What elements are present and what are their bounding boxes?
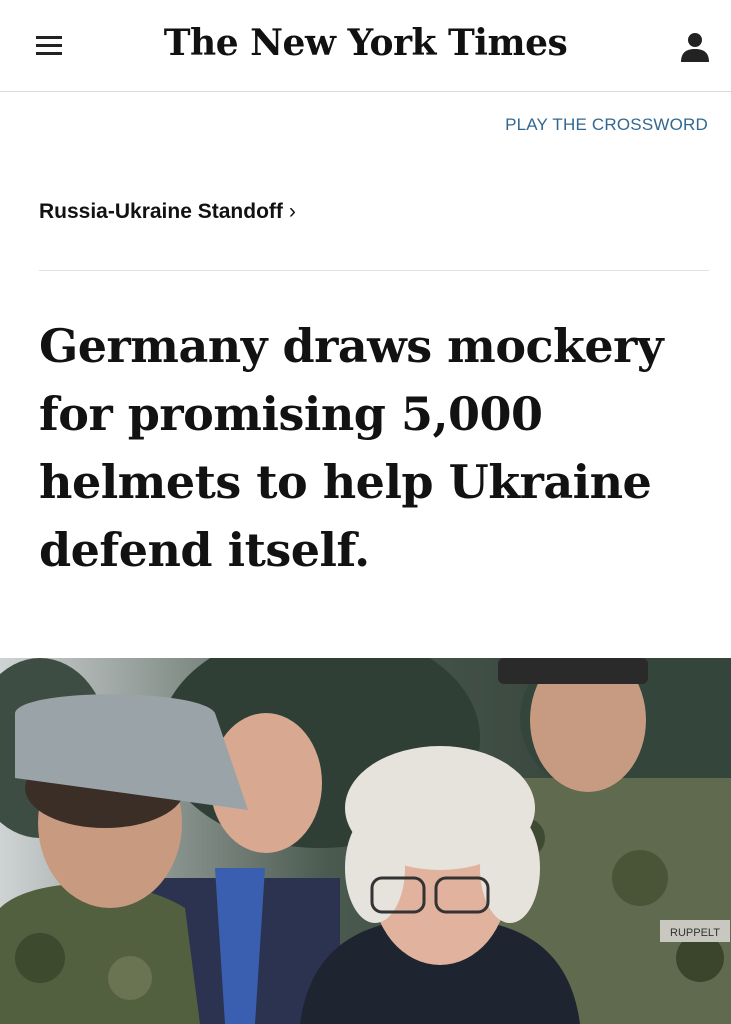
article-lead-photo[interactable]: RUPPELT — [0, 658, 731, 1024]
name-tape-text: RUPPELT — [670, 927, 720, 939]
section-label: Russia-Ukraine Standoff — [39, 200, 283, 223]
top-navigation-bar: The New York Times — [0, 0, 731, 92]
article-headline[interactable]: Germany draws mockery for promising 5,00… — [39, 312, 699, 584]
section-divider — [39, 270, 709, 271]
nyt-logo[interactable]: The New York Times — [0, 22, 731, 64]
user-account-icon[interactable] — [678, 30, 712, 64]
chevron-right-icon: › — [288, 200, 296, 223]
section-breadcrumb-link[interactable]: Russia-Ukraine Standoff › — [39, 200, 296, 224]
play-crossword-link[interactable]: PLAY THE CROSSWORD — [505, 115, 708, 135]
